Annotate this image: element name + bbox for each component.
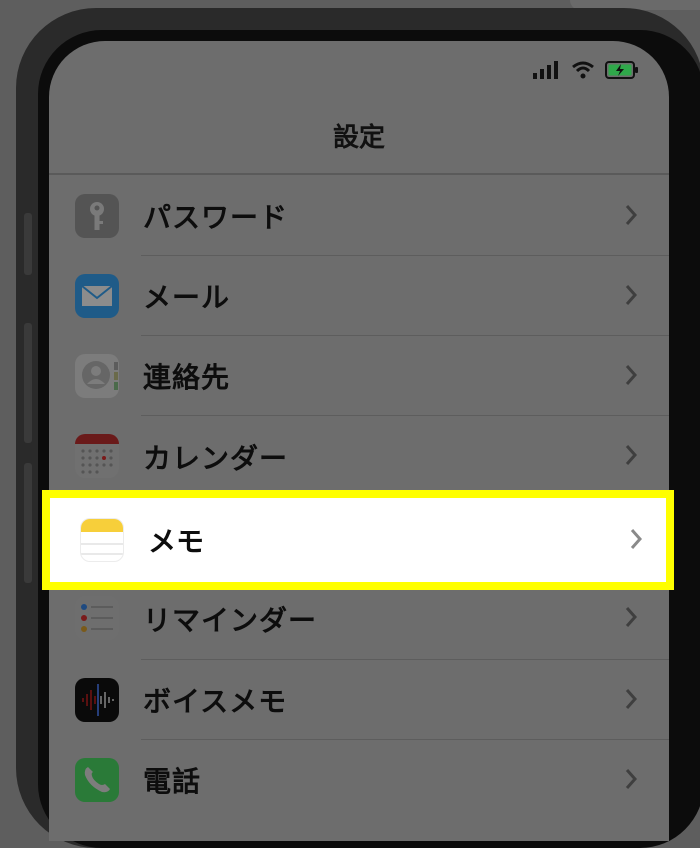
- calendar-icon: [75, 434, 119, 478]
- settings-item-phone[interactable]: 電話: [49, 740, 669, 820]
- chevron-right-icon: [625, 365, 637, 385]
- settings-item-label: リマインダー: [143, 604, 318, 637]
- battery-charging-icon: [605, 61, 638, 79]
- nav-divider: [49, 173, 669, 175]
- status-bar: [533, 59, 639, 81]
- page-title: 設定: [332, 123, 385, 153]
- chevron-right-icon: [630, 529, 642, 549]
- wifi-icon: [572, 61, 594, 79]
- mail-icon: [75, 274, 119, 318]
- chevron-right-icon: [625, 689, 637, 709]
- settings-item-reminders[interactable]: リマインダー: [49, 578, 669, 660]
- contacts-icon: [75, 354, 119, 398]
- reminders-icon: [75, 596, 119, 640]
- notes-icon: [80, 518, 124, 562]
- settings-item-label: 電話: [143, 765, 202, 798]
- chevron-right-icon: [625, 769, 637, 789]
- side-button: [24, 323, 32, 443]
- settings-item-notes[interactable]: メモ: [42, 490, 674, 590]
- key-icon: [75, 194, 119, 238]
- settings-item-mail[interactable]: メール: [49, 256, 669, 336]
- settings-item-label: 連絡先: [143, 361, 231, 394]
- chevron-right-icon: [625, 607, 637, 627]
- chevron-right-icon: [625, 445, 637, 465]
- settings-item-label: メール: [143, 281, 231, 314]
- voice-memos-icon: [75, 678, 119, 722]
- cellular-signal-icon: [533, 61, 558, 79]
- chevron-right-icon: [625, 205, 637, 225]
- settings-item-voice-memos[interactable]: ボイスメモ: [49, 660, 669, 740]
- settings-item-label: カレンダー: [143, 442, 289, 475]
- settings-item-contacts[interactable]: 連絡先: [49, 336, 669, 416]
- settings-item-label: ボイスメモ: [143, 685, 288, 718]
- side-button: [24, 213, 32, 275]
- phone-icon: [75, 758, 119, 802]
- chevron-right-icon: [625, 285, 637, 305]
- settings-item-label: メモ: [148, 525, 205, 558]
- side-button: [24, 463, 32, 583]
- settings-item-calendar[interactable]: カレンダー: [49, 416, 669, 498]
- settings-screen: 設定 パスワード メール 連絡先 カレンダー リマインダー ボイスメモ 電話: [49, 41, 669, 841]
- settings-item-passwords[interactable]: パスワード: [49, 176, 669, 256]
- settings-item-label: パスワード: [143, 201, 289, 234]
